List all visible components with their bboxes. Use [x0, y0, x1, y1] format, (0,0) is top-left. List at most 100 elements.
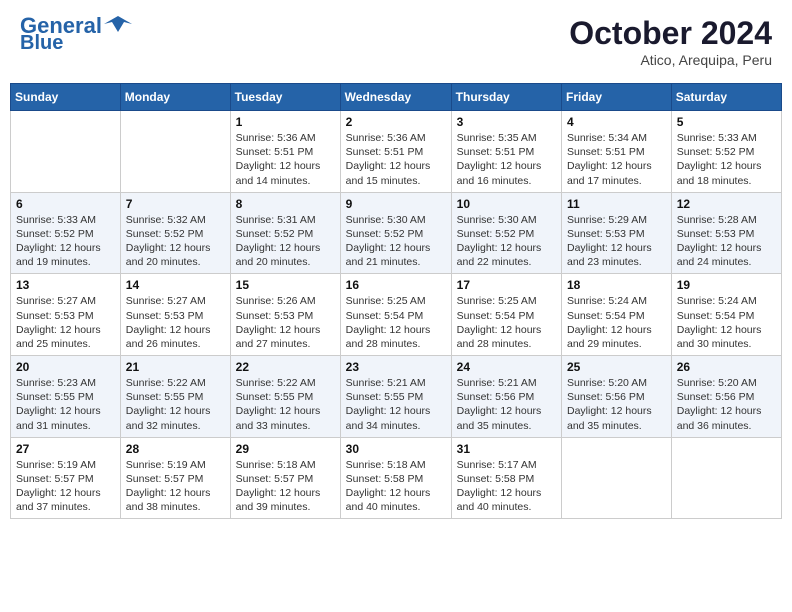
day-info: Sunrise: 5:30 AM Sunset: 5:52 PM Dayligh…	[346, 213, 446, 270]
header-day-wednesday: Wednesday	[340, 84, 451, 111]
calendar-cell: 16 Sunrise: 5:25 AM Sunset: 5:54 PM Dayli…	[340, 274, 451, 356]
day-number: 29	[236, 442, 335, 456]
day-number: 16	[346, 278, 446, 292]
calendar-cell: 7 Sunrise: 5:32 AM Sunset: 5:52 PM Daylig…	[120, 192, 230, 274]
header-day-sunday: Sunday	[11, 84, 121, 111]
calendar-cell: 19 Sunrise: 5:24 AM Sunset: 5:54 PM Dayli…	[671, 274, 781, 356]
day-number: 6	[16, 197, 115, 211]
calendar-cell: 18 Sunrise: 5:24 AM Sunset: 5:54 PM Dayli…	[562, 274, 672, 356]
day-info: Sunrise: 5:19 AM Sunset: 5:57 PM Dayligh…	[16, 458, 115, 515]
day-info: Sunrise: 5:18 AM Sunset: 5:57 PM Dayligh…	[236, 458, 335, 515]
day-info: Sunrise: 5:33 AM Sunset: 5:52 PM Dayligh…	[16, 213, 115, 270]
day-info: Sunrise: 5:19 AM Sunset: 5:57 PM Dayligh…	[126, 458, 225, 515]
calendar-cell: 8Sunrise: 5:31 AM Sunset: 5:52 PM Daylig…	[230, 192, 340, 274]
day-number: 11	[567, 197, 666, 211]
day-info: Sunrise: 5:17 AM Sunset: 5:58 PM Dayligh…	[457, 458, 556, 515]
day-info: Sunrise: 5:20 AM Sunset: 5:56 PM Dayligh…	[567, 376, 666, 433]
day-number: 21	[126, 360, 225, 374]
day-info: Sunrise: 5:28 AM Sunset: 5:53 PM Dayligh…	[677, 213, 776, 270]
day-number: 3	[457, 115, 556, 129]
calendar-cell: 13 Sunrise: 5:27 AM Sunset: 5:53 PM Dayli…	[11, 274, 121, 356]
calendar-header: SundayMondayTuesdayWednesdayThursdayFrid…	[11, 84, 782, 111]
day-number: 30	[346, 442, 446, 456]
day-number: 4	[567, 115, 666, 129]
calendar-cell: 24 Sunrise: 5:21 AM Sunset: 5:56 PM Dayli…	[451, 356, 561, 438]
day-info: Sunrise: 5:24 AM Sunset: 5:54 PM Dayligh…	[567, 294, 666, 351]
calendar-cell: 6 Sunrise: 5:33 AM Sunset: 5:52 PM Daylig…	[11, 192, 121, 274]
day-number: 13	[16, 278, 115, 292]
day-info: Sunrise: 5:31 AM Sunset: 5:52 PM Dayligh…	[236, 213, 335, 270]
day-info: Sunrise: 5:35 AM Sunset: 5:51 PM Dayligh…	[457, 131, 556, 188]
calendar-cell: 5Sunrise: 5:33 AM Sunset: 5:52 PM Daylig…	[671, 111, 781, 193]
day-number: 25	[567, 360, 666, 374]
day-number: 27	[16, 442, 115, 456]
calendar-cell: 29 Sunrise: 5:18 AM Sunset: 5:57 PM Dayli…	[230, 437, 340, 519]
day-info: Sunrise: 5:22 AM Sunset: 5:55 PM Dayligh…	[236, 376, 335, 433]
calendar-cell: 27 Sunrise: 5:19 AM Sunset: 5:57 PM Dayli…	[11, 437, 121, 519]
month-title: October 2024	[569, 15, 772, 52]
logo-bird-icon	[104, 14, 132, 34]
calendar-cell: 4Sunrise: 5:34 AM Sunset: 5:51 PM Daylig…	[562, 111, 672, 193]
week-row-2: 13 Sunrise: 5:27 AM Sunset: 5:53 PM Dayli…	[11, 274, 782, 356]
day-info: Sunrise: 5:18 AM Sunset: 5:58 PM Dayligh…	[346, 458, 446, 515]
week-row-1: 6 Sunrise: 5:33 AM Sunset: 5:52 PM Daylig…	[11, 192, 782, 274]
day-number: 24	[457, 360, 556, 374]
calendar-cell: 11 Sunrise: 5:29 AM Sunset: 5:53 PM Dayli…	[562, 192, 672, 274]
day-number: 15	[236, 278, 335, 292]
logo: General Blue	[20, 15, 132, 53]
header-day-tuesday: Tuesday	[230, 84, 340, 111]
day-info: Sunrise: 5:26 AM Sunset: 5:53 PM Dayligh…	[236, 294, 335, 351]
location: Atico, Arequipa, Peru	[569, 52, 772, 68]
calendar-cell: 28Sunrise: 5:19 AM Sunset: 5:57 PM Dayli…	[120, 437, 230, 519]
day-number: 5	[677, 115, 776, 129]
day-info: Sunrise: 5:32 AM Sunset: 5:52 PM Dayligh…	[126, 213, 225, 270]
calendar-cell: 30 Sunrise: 5:18 AM Sunset: 5:58 PM Dayli…	[340, 437, 451, 519]
calendar-cell: 23 Sunrise: 5:21 AM Sunset: 5:55 PM Dayli…	[340, 356, 451, 438]
calendar-cell: 10 Sunrise: 5:30 AM Sunset: 5:52 PM Dayli…	[451, 192, 561, 274]
calendar-cell: 31 Sunrise: 5:17 AM Sunset: 5:58 PM Dayli…	[451, 437, 561, 519]
calendar-cell	[11, 111, 121, 193]
calendar-cell: 3 Sunrise: 5:35 AM Sunset: 5:51 PM Daylig…	[451, 111, 561, 193]
day-info: Sunrise: 5:22 AM Sunset: 5:55 PM Dayligh…	[126, 376, 225, 433]
day-info: Sunrise: 5:23 AM Sunset: 5:55 PM Dayligh…	[16, 376, 115, 433]
header-day-saturday: Saturday	[671, 84, 781, 111]
calendar-cell: 1Sunrise: 5:36 AM Sunset: 5:51 PM Daylig…	[230, 111, 340, 193]
header-day-monday: Monday	[120, 84, 230, 111]
page-header: General Blue October 2024 Atico, Arequip…	[10, 10, 782, 73]
day-number: 20	[16, 360, 115, 374]
calendar-cell	[562, 437, 672, 519]
day-info: Sunrise: 5:27 AM Sunset: 5:53 PM Dayligh…	[16, 294, 115, 351]
calendar-body: 1Sunrise: 5:36 AM Sunset: 5:51 PM Daylig…	[11, 111, 782, 519]
calendar-table: SundayMondayTuesdayWednesdayThursdayFrid…	[10, 83, 782, 519]
header-day-thursday: Thursday	[451, 84, 561, 111]
day-info: Sunrise: 5:25 AM Sunset: 5:54 PM Dayligh…	[346, 294, 446, 351]
week-row-0: 1Sunrise: 5:36 AM Sunset: 5:51 PM Daylig…	[11, 111, 782, 193]
day-info: Sunrise: 5:29 AM Sunset: 5:53 PM Dayligh…	[567, 213, 666, 270]
header-day-friday: Friday	[562, 84, 672, 111]
day-number: 10	[457, 197, 556, 211]
calendar-cell: 20 Sunrise: 5:23 AM Sunset: 5:55 PM Dayli…	[11, 356, 121, 438]
day-info: Sunrise: 5:21 AM Sunset: 5:55 PM Dayligh…	[346, 376, 446, 433]
day-number: 19	[677, 278, 776, 292]
day-number: 26	[677, 360, 776, 374]
day-number: 7	[126, 197, 225, 211]
calendar-cell: 17Sunrise: 5:25 AM Sunset: 5:54 PM Dayli…	[451, 274, 561, 356]
day-number: 14	[126, 278, 225, 292]
day-info: Sunrise: 5:27 AM Sunset: 5:53 PM Dayligh…	[126, 294, 225, 351]
day-number: 9	[346, 197, 446, 211]
day-number: 23	[346, 360, 446, 374]
calendar-cell	[120, 111, 230, 193]
day-number: 18	[567, 278, 666, 292]
calendar-cell: 2 Sunrise: 5:36 AM Sunset: 5:51 PM Daylig…	[340, 111, 451, 193]
day-info: Sunrise: 5:30 AM Sunset: 5:52 PM Dayligh…	[457, 213, 556, 270]
week-row-3: 20 Sunrise: 5:23 AM Sunset: 5:55 PM Dayli…	[11, 356, 782, 438]
calendar-cell	[671, 437, 781, 519]
day-number: 31	[457, 442, 556, 456]
day-info: Sunrise: 5:24 AM Sunset: 5:54 PM Dayligh…	[677, 294, 776, 351]
week-row-4: 27 Sunrise: 5:19 AM Sunset: 5:57 PM Dayli…	[11, 437, 782, 519]
day-info: Sunrise: 5:36 AM Sunset: 5:51 PM Dayligh…	[346, 131, 446, 188]
day-number: 12	[677, 197, 776, 211]
day-number: 2	[346, 115, 446, 129]
logo-blue-text: Blue	[20, 33, 63, 53]
day-info: Sunrise: 5:21 AM Sunset: 5:56 PM Dayligh…	[457, 376, 556, 433]
